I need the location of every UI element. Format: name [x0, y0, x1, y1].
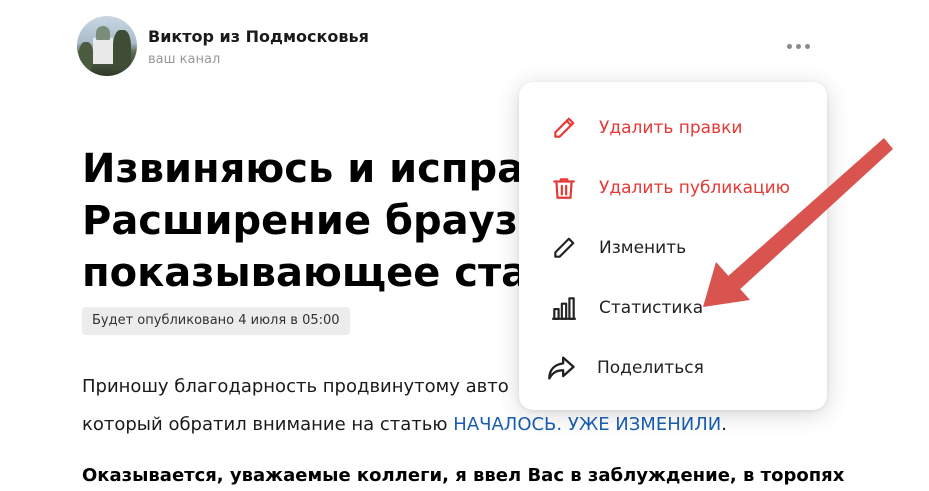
article-link[interactable]: НАЧАЛОСЬ. УЖЕ ИЗМЕНИЛИ [453, 414, 721, 435]
avatar-tree [79, 42, 93, 72]
menu-item-label: Изменить [599, 238, 687, 258]
more-options-button[interactable] [778, 36, 818, 56]
channel-name[interactable]: Виктор из Подмосковья [148, 27, 369, 46]
more-dot-icon [804, 43, 810, 49]
avatar-dome [96, 26, 110, 40]
avatar-building [93, 38, 113, 64]
publish-status-badge: Будет опубликовано 4 июля в 05:00 [82, 307, 350, 335]
menu-item-edit[interactable]: Изменить [549, 230, 686, 266]
avatar-tree-right [113, 30, 131, 70]
menu-item-label: Удалить публикацию [599, 178, 790, 198]
menu-item-label: Удалить правки [599, 118, 743, 138]
article-title: Извиняюсь и исправ. Расширение браузера … [82, 146, 552, 296]
menu-item-statistics[interactable]: Статистика [549, 290, 703, 326]
article-paragraph-bold: Оказывается, уважаемые коллеги, я ввел В… [82, 465, 845, 486]
paragraph-text: . [721, 414, 727, 435]
channel-subtitle: ваш канал [148, 52, 221, 67]
more-dot-icon [786, 43, 792, 49]
bar-chart-icon [549, 293, 579, 323]
channel-avatar[interactable] [77, 16, 137, 76]
menu-item-delete-publication[interactable]: Удалить публикацию [549, 170, 790, 206]
more-dot-icon [795, 43, 801, 49]
menu-item-delete-edits[interactable]: Удалить правки [549, 110, 742, 146]
pencil-icon [549, 113, 579, 143]
paragraph-line: Приношу благодарность продвинутому авто [82, 376, 509, 397]
menu-item-label: Статистика [599, 298, 704, 318]
paragraph-line: который обратил внимание на статью НАЧАЛ… [82, 406, 782, 444]
share-icon [547, 353, 577, 383]
menu-item-share[interactable]: Поделиться [547, 350, 704, 386]
paragraph-text: который обратил внимание на статью [82, 414, 454, 435]
context-menu: Удалить правки Удалить публикацию Измени… [519, 82, 827, 410]
trash-icon [549, 173, 579, 203]
menu-item-label: Поделиться [597, 358, 704, 378]
pencil-icon [549, 233, 579, 263]
